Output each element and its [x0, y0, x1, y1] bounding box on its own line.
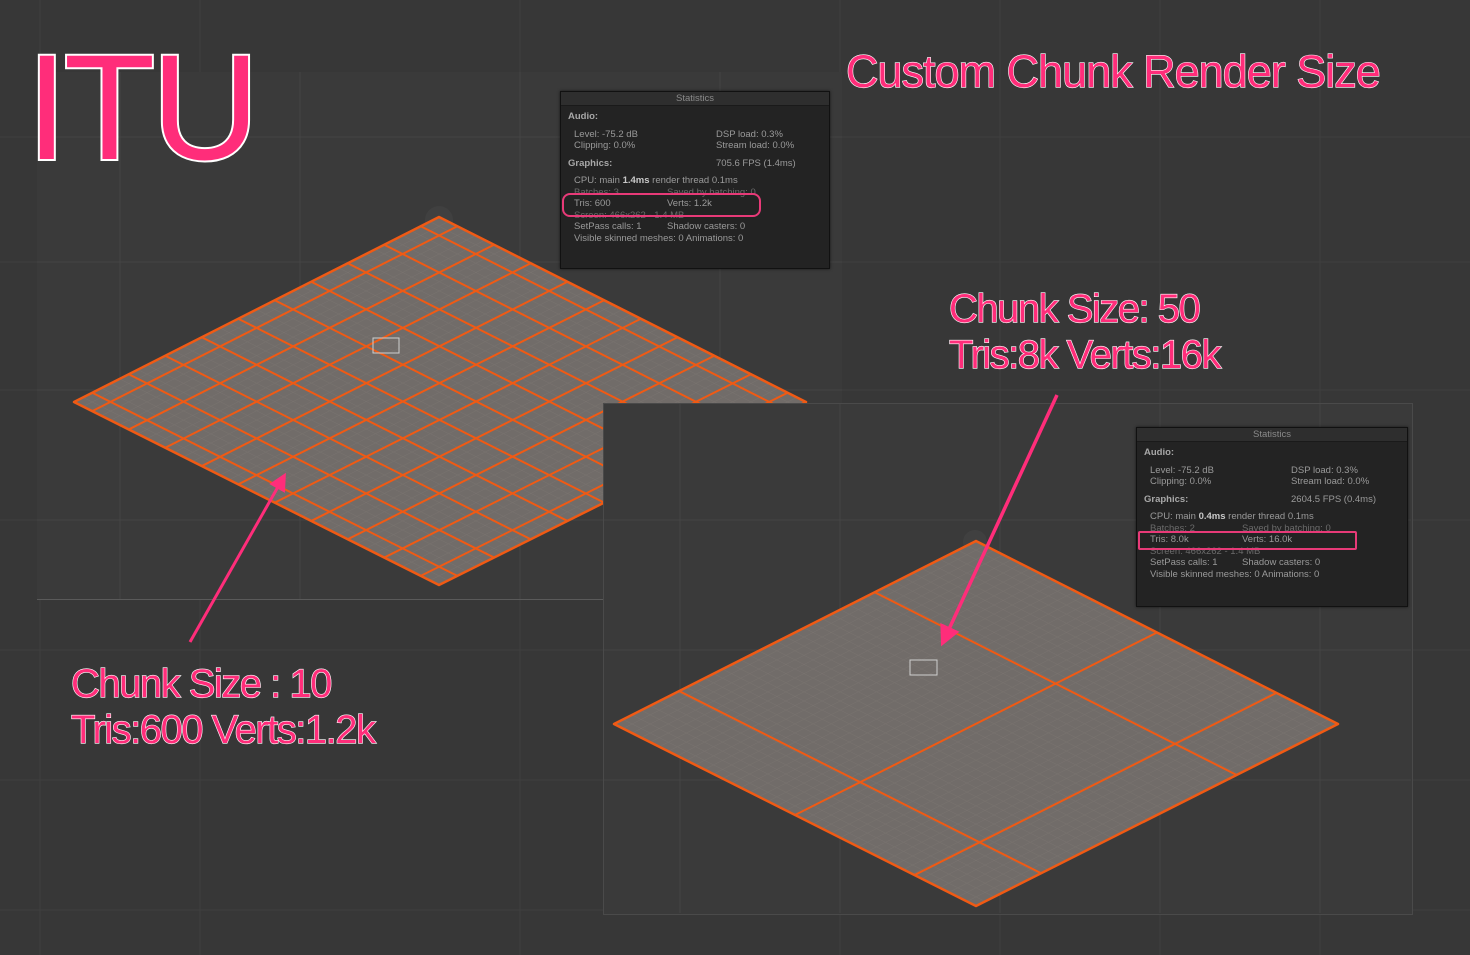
annotation-tris-verts: Tris:600 Verts:1.2k — [70, 707, 376, 752]
statistics-header: Statistics — [1137, 428, 1407, 442]
annotation-tris-verts: Tris:8k Verts:16k — [948, 332, 1222, 377]
tris-verts-highlight-left — [562, 193, 761, 217]
dsp-load: DSP load: 0.3% — [716, 128, 783, 140]
shadow-casters: Shadow casters: 0 — [667, 221, 746, 232]
fps-readout: 2604.5 FPS (0.4ms) — [1291, 493, 1377, 505]
itu-logo: ITU — [24, 23, 262, 191]
dsp-load: DSP load: 0.3% — [1291, 464, 1358, 476]
audio-section-label: Audio: — [568, 111, 599, 122]
setpass-calls: SetPass calls: 1 — [574, 221, 642, 232]
annotation-chunk-size: Chunk Size : 10 — [70, 661, 333, 706]
statistics-header: Statistics — [561, 92, 829, 106]
annotation-chunk-size: Chunk Size: 50 — [948, 286, 1201, 331]
statistics-panel-left: Statistics Audio: Level: -75.2 dB DSP loa… — [560, 91, 830, 269]
graphics-section-label: Graphics: — [568, 157, 613, 169]
statistics-panel-right: Statistics Audio: Level: -75.2 dB DSP loa… — [1136, 427, 1408, 607]
skinned-meshes: Visible skinned meshes: 0 Animations: 0 — [1150, 568, 1320, 580]
page-title: Custom Chunk Render Size — [845, 45, 1381, 97]
fps-readout: 705.6 FPS (1.4ms) — [716, 157, 796, 169]
audio-clipping: Clipping: 0.0% — [1150, 476, 1212, 487]
annotation-chunk-50: Chunk Size: 50 Tris:8k Verts:16k — [948, 286, 1222, 378]
stream-load: Stream load: 0.0% — [716, 140, 795, 151]
audio-level: Level: -75.2 dB — [1150, 464, 1214, 476]
cpu-timing: CPU: main 0.4ms render thread 0.1ms — [1150, 511, 1314, 522]
audio-clipping: Clipping: 0.0% — [574, 140, 636, 151]
shadow-casters: Shadow casters: 0 — [1242, 557, 1321, 568]
setpass-calls: SetPass calls: 1 — [1150, 557, 1218, 568]
audio-section-label: Audio: — [1144, 447, 1175, 458]
tris-verts-highlight-right — [1138, 531, 1357, 550]
stream-load: Stream load: 0.0% — [1291, 476, 1370, 487]
graphics-section-label: Graphics: — [1144, 493, 1189, 505]
skinned-meshes: Visible skinned meshes: 0 Animations: 0 — [574, 232, 744, 244]
audio-level: Level: -75.2 dB — [574, 128, 638, 140]
annotation-chunk-10: Chunk Size : 10 Tris:600 Verts:1.2k — [70, 661, 376, 753]
cpu-timing: CPU: main 1.4ms render thread 0.1ms — [574, 175, 738, 186]
